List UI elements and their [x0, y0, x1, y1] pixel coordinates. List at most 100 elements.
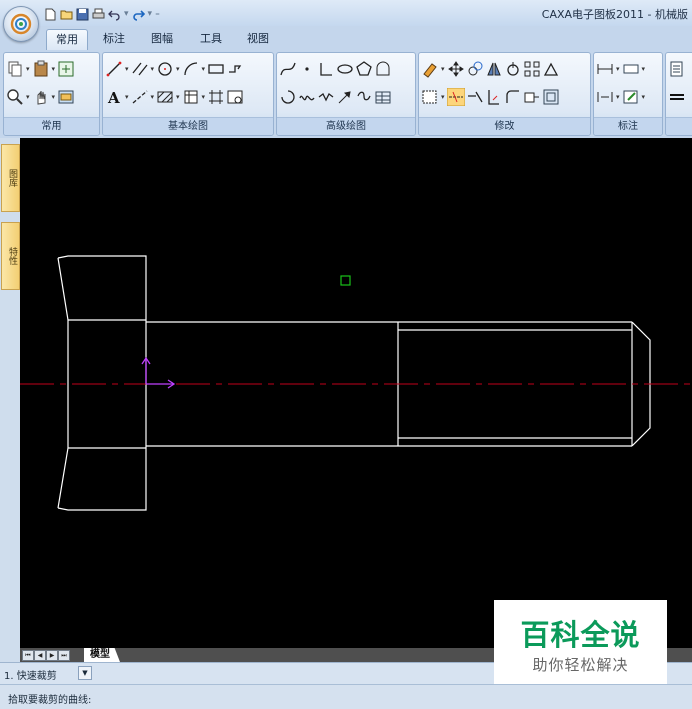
group-label-modify: 修改: [419, 117, 590, 135]
tab-sheet[interactable]: 图幅: [144, 29, 180, 49]
break-line-icon[interactable]: [355, 88, 373, 106]
block-icon[interactable]: [182, 88, 200, 106]
point-icon[interactable]: [298, 60, 316, 78]
watermark: 百科全说 助你轻松解决: [494, 600, 667, 684]
polygon-icon[interactable]: [355, 60, 373, 78]
chamfer-icon[interactable]: [279, 88, 297, 106]
pan-icon[interactable]: [32, 88, 50, 106]
centerline-icon[interactable]: [131, 88, 149, 106]
properties-panel-label: 特性: [7, 247, 17, 265]
copy-object-icon[interactable]: [466, 60, 484, 78]
wave-line-icon[interactable]: [298, 88, 316, 106]
undo-dropdown-icon[interactable]: ▾: [124, 9, 129, 19]
dimension-icon[interactable]: [596, 60, 614, 78]
arc-icon[interactable]: [182, 60, 200, 78]
paste-icon[interactable]: [32, 60, 50, 78]
stretch-icon[interactable]: [523, 88, 541, 106]
next-sheet-icon[interactable]: ▶: [46, 650, 58, 661]
extend-icon[interactable]: [466, 88, 484, 106]
text-annotation-icon[interactable]: [622, 60, 640, 78]
circle-icon[interactable]: [156, 60, 174, 78]
hatch-icon[interactable]: [156, 88, 174, 106]
last-sheet-icon[interactable]: ⏭: [58, 650, 70, 661]
grid-icon[interactable]: [207, 88, 225, 106]
chevron-down-icon[interactable]: ▾: [202, 93, 206, 101]
tab-model[interactable]: 模型: [84, 648, 120, 662]
chevron-down-icon[interactable]: ▾: [441, 65, 445, 73]
chevron-down-icon[interactable]: ▾: [176, 93, 180, 101]
table-icon[interactable]: [374, 88, 392, 106]
bolt-head-outer-profile: [57, 257, 69, 509]
array-icon[interactable]: [523, 60, 541, 78]
tab-home[interactable]: 常用: [46, 29, 88, 50]
chevron-down-icon[interactable]: ▾: [202, 65, 206, 73]
move-icon[interactable]: [447, 60, 465, 78]
chevron-down-icon[interactable]: ▾: [26, 93, 30, 101]
drawing-canvas[interactable]: [20, 138, 692, 648]
chevron-down-icon[interactable]: ▾: [441, 93, 445, 101]
app-menu-button[interactable]: [3, 6, 39, 42]
rotate-icon[interactable]: [504, 60, 522, 78]
delete-icon[interactable]: [421, 60, 439, 78]
tab-tools[interactable]: 工具: [193, 29, 229, 49]
chevron-down-icon[interactable]: ▾: [52, 65, 56, 73]
parallel-line-icon[interactable]: [131, 60, 149, 78]
chevron-down-icon[interactable]: ▾: [151, 65, 155, 73]
quick-trim-icon[interactable]: [446, 88, 465, 106]
chevron-down-icon[interactable]: ▾: [616, 93, 620, 101]
new-file-icon[interactable]: [44, 8, 57, 21]
spline-icon[interactable]: [279, 60, 297, 78]
edit-annotation-icon[interactable]: [622, 88, 640, 106]
command-option-label[interactable]: 1. 快速裁剪: [4, 667, 57, 682]
chevron-down-icon[interactable]: ▼: [78, 666, 92, 680]
chevron-down-icon[interactable]: ▾: [642, 93, 646, 101]
properties-panel-tab[interactable]: 特性: [1, 222, 20, 290]
document-icon[interactable]: [668, 60, 686, 78]
double-line-icon[interactable]: [317, 88, 335, 106]
ellipse-icon[interactable]: [336, 60, 354, 78]
hole-icon[interactable]: [374, 60, 392, 78]
undo-icon[interactable]: [108, 8, 121, 21]
polyline-icon[interactable]: [226, 60, 244, 78]
first-sheet-icon[interactable]: ⏮: [22, 650, 34, 661]
properties-icon[interactable]: [57, 60, 75, 78]
print-icon[interactable]: [92, 8, 105, 21]
break-icon[interactable]: [485, 88, 503, 106]
ortho-line-icon[interactable]: [317, 60, 335, 78]
text-icon[interactable]: A: [105, 88, 123, 106]
chevron-down-icon[interactable]: ▾: [125, 93, 129, 101]
chevron-down-icon[interactable]: ▾: [52, 93, 56, 101]
offset-icon[interactable]: [542, 88, 560, 106]
chevron-down-icon[interactable]: ▾: [151, 93, 155, 101]
customize-qat-icon[interactable]: ₌: [155, 9, 160, 19]
chevron-down-icon[interactable]: ▾: [616, 65, 620, 73]
chevron-down-icon[interactable]: ▾: [642, 65, 646, 73]
tab-dimension[interactable]: 标注: [96, 29, 132, 49]
chevron-down-icon[interactable]: ▾: [125, 65, 129, 73]
explode-icon[interactable]: [421, 88, 439, 106]
open-file-icon[interactable]: [60, 8, 73, 21]
chevron-down-icon[interactable]: ▾: [26, 65, 30, 73]
prev-sheet-icon[interactable]: ◀: [34, 650, 46, 661]
menu-lines-icon[interactable]: [668, 88, 686, 106]
tolerance-icon[interactable]: [596, 88, 614, 106]
line-icon[interactable]: [105, 60, 123, 78]
arrow-icon[interactable]: [336, 88, 354, 106]
mirror-icon[interactable]: [485, 60, 503, 78]
fillet-icon[interactable]: [504, 88, 522, 106]
zoom-icon[interactable]: [6, 88, 24, 106]
redo-icon[interactable]: [132, 8, 145, 21]
command-prompt: 拾取要裁剪的曲线:: [8, 695, 92, 706]
ribbon: ▾ ▾ ▾ ▾ 常用 ▾ ▾ ▾ ▾ A ▾ ▾ ▾ ▾ 基本绘图 高级绘图 ▾…: [0, 50, 692, 138]
redo-dropdown-icon[interactable]: ▾: [148, 9, 153, 19]
scale-icon[interactable]: [542, 60, 560, 78]
save-icon[interactable]: [76, 8, 89, 21]
rectangle-icon[interactable]: [207, 60, 225, 78]
copy-icon[interactable]: [6, 60, 24, 78]
drawing-svg: [20, 255, 692, 511]
image-icon[interactable]: [226, 88, 244, 106]
layer-icon[interactable]: [57, 88, 75, 106]
tab-view[interactable]: 视图: [240, 29, 276, 49]
library-panel-tab[interactable]: 图库: [1, 144, 20, 212]
chevron-down-icon[interactable]: ▾: [176, 65, 180, 73]
